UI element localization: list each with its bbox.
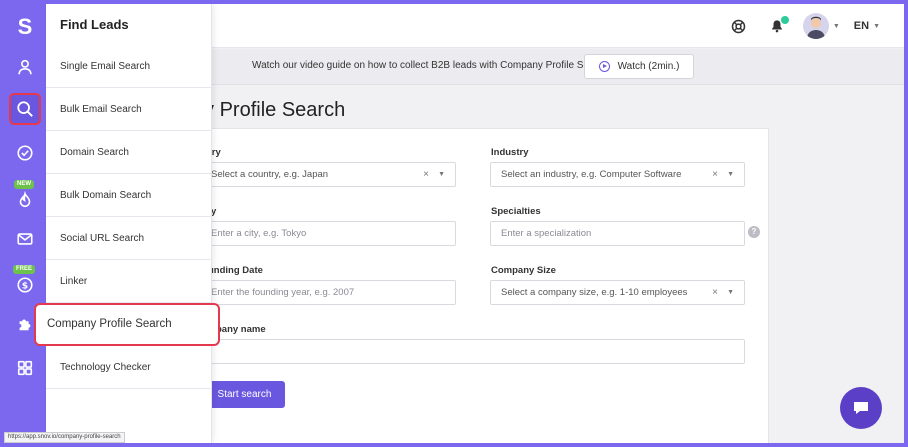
menu-item-single-email-search[interactable]: Single Email Search [46,45,212,88]
start-search-button[interactable]: Start search [204,381,285,408]
menu-item-domain-search[interactable]: Domain Search [46,131,212,174]
svg-text:$: $ [22,282,28,292]
header-actions: ▼ EN ▼ [729,4,880,48]
support-icon[interactable] [729,16,749,36]
industry-label: Industry [491,147,529,158]
avatar[interactable] [802,13,829,39]
banner-text: Watch our video guide on how to collect … [252,60,609,71]
check-circle-icon [17,145,33,161]
city-placeholder: Enter a city, e.g. Tokyo [211,228,307,239]
founding-placeholder: Enter the founding year, e.g. 2007 [211,287,355,298]
menu-item-company-profile-search[interactable]: Company Profile Search [34,303,220,346]
chat-icon [854,402,868,414]
rail-item-email[interactable] [4,221,46,257]
industry-placeholder: Select an industry, e.g. Computer Softwa… [501,169,682,180]
bell-icon[interactable] [767,16,789,36]
menu-item-social-url-search[interactable]: Social URL Search [46,217,212,260]
rail-item-new[interactable]: NEW [4,178,46,214]
status-bar-url: https://app.snov.io/company-profile-sear… [4,432,125,443]
grid-icon [17,360,33,376]
panel-title: Find Leads [60,17,129,32]
menu-item-technology-checker[interactable]: Technology Checker [46,346,212,389]
play-icon [598,61,610,72]
rail-item-profile[interactable] [4,49,46,85]
logo[interactable]: S [4,12,46,42]
company-size-label: Company Size [491,265,556,276]
envelope-icon [17,233,33,245]
rail-item-find-leads[interactable] [4,91,46,127]
rail-item-apps[interactable] [4,350,46,386]
new-badge: NEW [14,180,34,189]
menu-item-bulk-domain-search[interactable]: Bulk Domain Search [46,174,212,217]
find-leads-panel: Find Leads Single Email Search Bulk Emai… [46,4,212,443]
chevron-down-icon[interactable]: ▼ [727,281,734,304]
founding-date-input[interactable]: Enter the founding year, e.g. 2007 [200,280,456,305]
flame-icon [19,191,31,208]
menu-item-linker[interactable]: Linker [46,260,212,303]
watch-label: Watch (2min.) [617,61,680,72]
chevron-down-icon[interactable]: ▼ [727,163,734,186]
company-name-input[interactable] [200,339,745,364]
free-badge: FREE [13,265,36,274]
rail-item-free[interactable]: FREE $ [4,263,46,299]
language-selector[interactable]: EN [854,20,869,32]
specialties-placeholder: Enter a specialization [501,228,592,239]
company-size-select[interactable]: Select a company size, e.g. 1-10 employe… [490,280,745,305]
rail-item-verify[interactable] [4,135,46,171]
clear-icon[interactable]: × [423,163,429,186]
company-size-placeholder: Select a company size, e.g. 1-10 employe… [501,287,688,298]
chevron-down-icon[interactable]: ▼ [438,163,445,186]
app-window: ▼ EN ▼ Watch our video guide on how to c… [4,4,904,443]
menu-item-bulk-email-search[interactable]: Bulk Email Search [46,88,212,131]
founding-date-label: unding Date [208,265,263,276]
clear-icon[interactable]: × [712,281,718,304]
country-placeholder: Select a country, e.g. Japan [211,169,329,180]
specialties-label: Specialties [491,206,541,217]
city-input[interactable]: Enter a city, e.g. Tokyo [200,221,456,246]
company-name-label: pany name [216,324,266,335]
search-icon [17,101,33,117]
icon-rail: S NEW FREE $ [4,4,46,443]
active-highlight [9,93,41,125]
notification-dot [780,16,789,24]
watch-video-button[interactable]: Watch (2min.) [584,54,694,79]
industry-select[interactable]: Select an industry, e.g. Computer Softwa… [490,162,745,187]
user-icon [18,59,32,75]
dollar-icon: $ [17,277,33,293]
specialties-input[interactable]: Enter a specialization [490,221,745,246]
chevron-down-icon[interactable]: ▼ [833,23,840,30]
chat-button[interactable] [840,387,882,429]
help-icon[interactable]: ? [748,226,760,238]
country-select[interactable]: Select a country, e.g. Japan × ▼ [200,162,456,187]
puzzle-icon [19,319,31,331]
clear-icon[interactable]: × [712,163,718,186]
chevron-down-icon[interactable]: ▼ [873,23,880,30]
